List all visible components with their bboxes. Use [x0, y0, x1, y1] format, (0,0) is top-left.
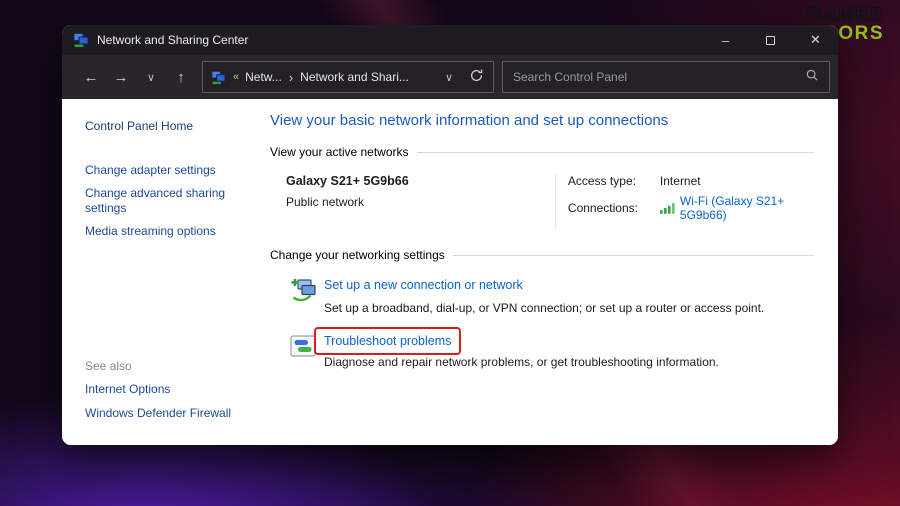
- sidebar-item-change-advanced-sharing-settings[interactable]: Change advanced sharing settings: [85, 186, 235, 216]
- close-button[interactable]: ✕: [793, 25, 838, 55]
- see-also-label: See also: [85, 359, 254, 373]
- content-area: Control Panel Home Change adapter settin…: [62, 99, 838, 445]
- wifi-connection-link[interactable]: Wi-Fi (Galaxy S21+ 5G9b66): [680, 194, 814, 222]
- title-bar[interactable]: Network and Sharing Center – ✕: [62, 25, 838, 55]
- setup-connection-item: Set up a new connection or network Set u…: [274, 276, 814, 315]
- minimize-button[interactable]: –: [703, 25, 748, 55]
- section-divider: [453, 255, 814, 256]
- wifi-signal-icon: [660, 202, 676, 214]
- networking-settings-section-header: Change your networking settings: [270, 248, 814, 262]
- breadcrumb-parent[interactable]: Netw...: [245, 70, 282, 84]
- search-icon[interactable]: [805, 68, 819, 87]
- settings-items: Set up a new connection or network Set u…: [270, 262, 814, 369]
- desktop-background: GAMES ERRORS Network and Sharing Center …: [0, 0, 900, 506]
- new-connection-icon: [290, 277, 318, 315]
- back-icon[interactable]: ←: [76, 69, 106, 86]
- breadcrumb-overflow-icon[interactable]: «: [233, 71, 239, 83]
- up-icon[interactable]: ↑: [166, 69, 196, 86]
- troubleshoot-description: Diagnose and repair network problems, or…: [324, 355, 719, 369]
- troubleshoot-problems-link[interactable]: Troubleshoot problems: [324, 334, 451, 348]
- access-type-row: Access type: Internet: [568, 174, 814, 188]
- recent-pages-chevron-icon[interactable]: ∨: [136, 71, 166, 84]
- section-divider: [417, 152, 814, 153]
- network-sharing-center-window: Network and Sharing Center – ✕ ← → ∨ ↑: [62, 25, 838, 445]
- sidebar-item-media-streaming-options[interactable]: Media streaming options: [85, 224, 235, 239]
- forward-icon[interactable]: →: [106, 69, 136, 86]
- network-center-icon: [211, 70, 226, 85]
- breadcrumb-current[interactable]: Network and Shari...: [300, 70, 409, 84]
- see-also-section: See also Internet Options Windows Defend…: [85, 359, 254, 421]
- address-dropdown-icon[interactable]: ∨: [445, 71, 453, 84]
- maximize-button[interactable]: [748, 25, 793, 55]
- refresh-icon[interactable]: [465, 68, 487, 86]
- connections-row: Connections: Wi-Fi (Galaxy S21+ 5G9b66): [568, 194, 814, 222]
- access-type-label: Access type:: [568, 174, 660, 188]
- page-title: View your basic network information and …: [270, 112, 814, 129]
- window-title: Network and Sharing Center: [97, 33, 248, 47]
- troubleshoot-problems-item: Troubleshoot problems Diagnose and repai…: [274, 332, 814, 369]
- network-details: Access type: Internet Connections:: [568, 174, 814, 228]
- access-type-value: Internet: [660, 174, 701, 188]
- window-controls: – ✕: [703, 25, 838, 55]
- connections-label: Connections:: [568, 201, 660, 215]
- search-box: [502, 61, 830, 93]
- network-identity: Galaxy S21+ 5G9b66 Public network: [286, 174, 555, 209]
- network-type: Public network: [286, 195, 555, 209]
- active-network-row: Galaxy S21+ 5G9b66 Public network Access…: [270, 159, 814, 248]
- sidebar-item-control-panel-home[interactable]: Control Panel Home: [85, 119, 254, 133]
- navigation-bar: ← → ∨ ↑ « Netw... › Network and Shari...…: [62, 55, 838, 99]
- search-input[interactable]: [513, 70, 805, 84]
- network-name: Galaxy S21+ 5G9b66: [286, 174, 555, 188]
- red-highlight-box: Troubleshoot problems: [314, 327, 461, 355]
- troubleshoot-body: Troubleshoot problems Diagnose and repai…: [324, 332, 719, 369]
- sidebar: Control Panel Home Change adapter settin…: [62, 99, 262, 445]
- setup-connection-link[interactable]: Set up a new connection or network: [324, 278, 523, 292]
- setup-connection-body: Set up a new connection or network Set u…: [324, 276, 764, 315]
- networking-settings-section-label: Change your networking settings: [270, 248, 445, 262]
- active-networks-section-label: View your active networks: [270, 145, 409, 159]
- column-divider: [555, 174, 556, 228]
- breadcrumb-separator-icon[interactable]: ›: [289, 70, 293, 85]
- address-bar[interactable]: « Netw... › Network and Shari... ∨: [202, 61, 494, 93]
- network-center-icon: [73, 32, 89, 48]
- maximize-icon: [766, 36, 775, 45]
- main-pane: View your basic network information and …: [262, 99, 838, 445]
- sidebar-item-internet-options[interactable]: Internet Options: [85, 382, 235, 397]
- setup-connection-description: Set up a broadband, dial-up, or VPN conn…: [324, 301, 764, 315]
- active-networks-section-header: View your active networks: [270, 145, 814, 159]
- sidebar-item-change-adapter-settings[interactable]: Change adapter settings: [85, 163, 235, 178]
- sidebar-item-windows-defender-firewall[interactable]: Windows Defender Firewall: [85, 406, 235, 421]
